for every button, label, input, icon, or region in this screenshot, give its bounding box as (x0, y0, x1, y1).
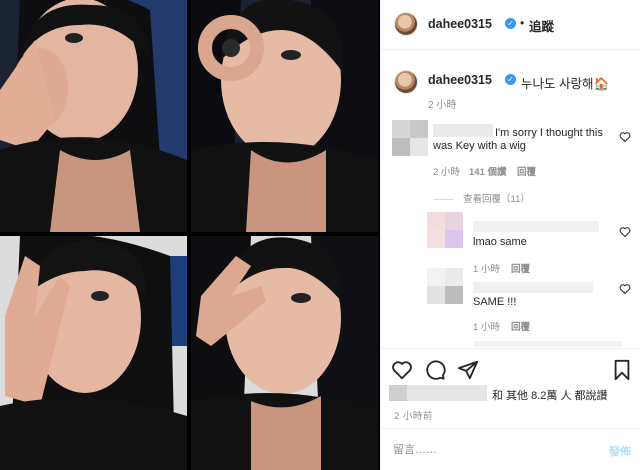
view-replies-button[interactable]: 查看回覆（11） (433, 191, 530, 205)
reply-text: lmao same (473, 236, 527, 248)
author-username[interactable]: dahee0315 (428, 17, 492, 31)
post-timestamp[interactable]: 2 小時前 (394, 408, 433, 422)
instagram-post: dahee0315 ✓ • 追蹤 dahee0315 ✓ 누나도 사랑해🏠 2 … (0, 0, 640, 470)
liker-name-blurred[interactable] (407, 385, 487, 401)
liker-avatars-blurred (389, 385, 407, 401)
reply-button[interactable]: 回覆 (511, 261, 530, 275)
post-header: dahee0315 ✓ • 追蹤 (381, 0, 640, 50)
separator-dot: • (520, 16, 525, 30)
reply-username-blurred[interactable] (473, 282, 593, 293)
photo-tile-2 (191, 0, 378, 232)
comment-likes[interactable]: 141 個讚 (469, 164, 507, 178)
reply-time[interactable]: 1 小時 (473, 319, 500, 333)
comment-composer: 發佈 (381, 428, 640, 470)
verified-icon: ✓ (505, 18, 516, 29)
post-photo-collage[interactable] (0, 0, 380, 470)
photo-tile-1 (0, 0, 187, 232)
comment-icon[interactable] (424, 359, 446, 381)
caption-username[interactable]: dahee0315 (428, 73, 492, 87)
reply-text: SAME !!! (473, 296, 517, 308)
caption-time[interactable]: 2 小時 (428, 96, 456, 111)
photo-tile-3 (0, 236, 187, 470)
replies-divider (433, 198, 453, 200)
author-avatar[interactable] (394, 12, 418, 36)
share-icon[interactable] (457, 359, 479, 381)
reply-username-blurred[interactable] (473, 341, 623, 347)
reply-avatar[interactable] (427, 268, 463, 304)
bookmark-icon[interactable] (611, 359, 633, 381)
reply-time[interactable]: 1 小時 (473, 261, 500, 275)
reply-avatar[interactable] (427, 212, 463, 248)
likes-count-text[interactable]: 和 其他 8.2萬 人 都說讚 (492, 387, 608, 403)
commenter-avatar[interactable] (392, 120, 428, 156)
reply-username-blurred[interactable] (473, 221, 599, 232)
comment-text: I'm sorry I thought this was Key with a … (433, 127, 603, 152)
comment-input[interactable] (393, 439, 583, 461)
reply-heart-icon[interactable] (619, 283, 631, 295)
post-side-panel: dahee0315 ✓ • 追蹤 dahee0315 ✓ 누나도 사랑해🏠 2 … (380, 0, 640, 470)
reply-button[interactable]: 回覆 (517, 164, 536, 178)
post-caption: dahee0315 ✓ 누나도 사랑해🏠 2 小時 (381, 58, 640, 118)
heart-icon[interactable] (391, 359, 413, 381)
caption-text: 누나도 사랑해🏠 (521, 77, 610, 91)
follow-button[interactable]: 追蹤 (529, 16, 554, 35)
reply-heart-icon[interactable] (619, 226, 631, 238)
post-comment-button[interactable]: 發佈 (609, 443, 631, 459)
caption-avatar[interactable] (394, 70, 418, 94)
likes-summary[interactable]: 和 其他 8.2萬 人 都說讚 (389, 385, 639, 403)
verified-icon: ✓ (505, 74, 516, 85)
reply-button[interactable]: 回覆 (511, 319, 530, 333)
view-replies-label: 查看回覆（11） (463, 194, 530, 205)
comment-heart-icon[interactable] (619, 131, 631, 143)
comment-time[interactable]: 2 小時 (433, 164, 460, 178)
photo-tile-4 (191, 236, 378, 470)
